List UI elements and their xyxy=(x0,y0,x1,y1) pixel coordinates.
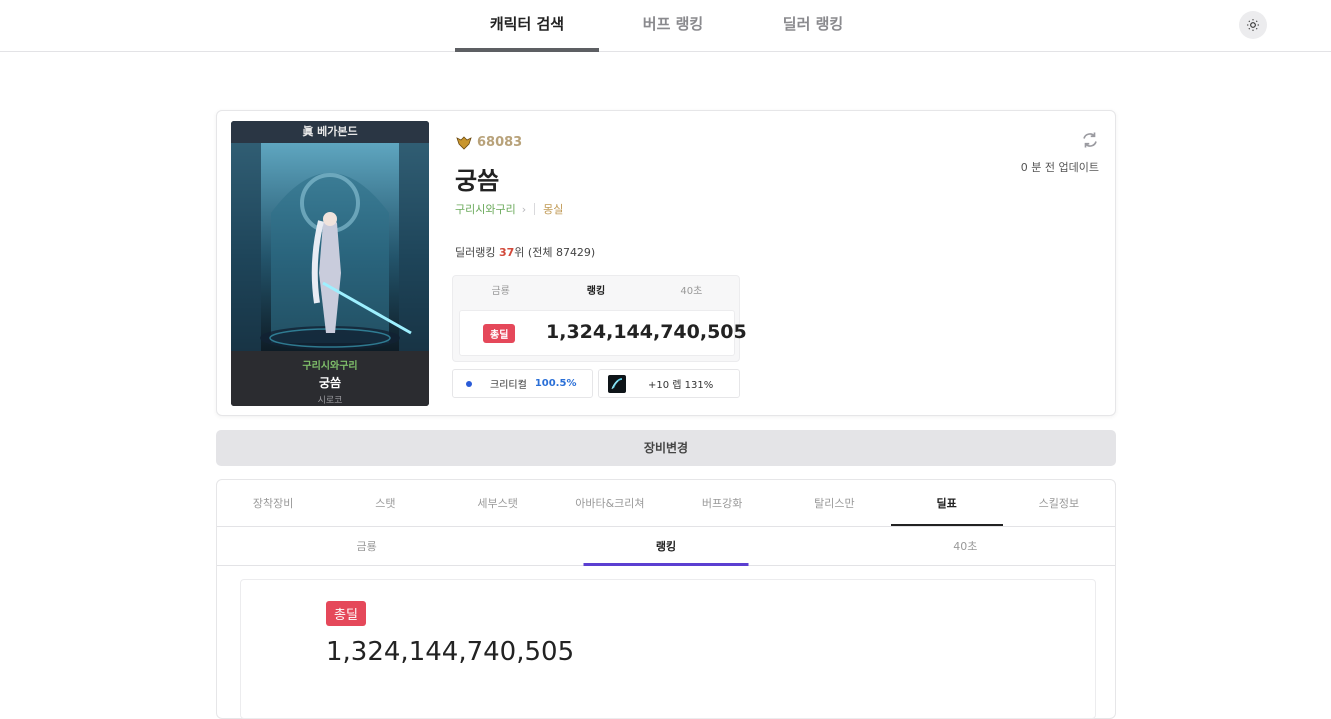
rank-prefix: 딜러랭킹 xyxy=(455,246,499,259)
rank-number: 37 xyxy=(498,246,515,259)
subtab-golden-dragon[interactable]: 금룡 xyxy=(217,528,516,565)
tab-damage-table[interactable]: 딜표 xyxy=(890,480,1003,526)
nav-tab-character-search[interactable]: 캐릭터 검색 xyxy=(455,0,599,52)
mini-tab-ranking[interactable]: 랭킹 xyxy=(548,276,643,306)
divider xyxy=(534,203,536,215)
portrait-name: 궁씀 xyxy=(318,376,342,390)
fame-emblem-icon xyxy=(456,135,472,150)
fame-value: 68083 xyxy=(477,135,523,150)
mini-tab-40sec[interactable]: 40초 xyxy=(644,276,739,306)
damage-mode-tabs: 금룡 랭킹 40초 xyxy=(217,528,1115,566)
subtab-40sec[interactable]: 40초 xyxy=(816,528,1115,565)
character-name: 궁씀 xyxy=(455,167,500,195)
detail-panel: 장착장비 스탯 세부스탯 아바타&크리쳐 버프강화 탈리스만 딜표 스킬정보 금… xyxy=(216,479,1116,719)
rank-suffix: 위 (전체 87429) xyxy=(514,246,596,259)
character-class-banner: 眞 베가본드 xyxy=(231,121,429,143)
critical-percent: 100.5% xyxy=(534,378,577,389)
top-nav: 캐릭터 검색 버프 랭킹 딜러 랭킹 xyxy=(0,0,1331,52)
tab-avatar-creature[interactable]: 아바타&크리쳐 xyxy=(554,480,666,526)
last-updated: 0 분 전 업데이트 xyxy=(1020,161,1099,174)
character-portrait-footer: 구리시와구리 궁씀 시로코 xyxy=(231,351,429,406)
tab-talisman[interactable]: 탈리스만 xyxy=(778,480,890,526)
character-portrait: 眞 베가본드 구리시와구리 궁씀 시로코 xyxy=(231,121,429,406)
fame: 68083 xyxy=(455,135,522,150)
nav-tab-buff-ranking[interactable]: 버프 랭킹 xyxy=(610,0,736,52)
weapon-label: +10 렙 131% xyxy=(648,380,714,391)
detail-tabs: 장착장비 스탯 세부스탯 아바타&크리쳐 버프강화 탈리스만 딜표 스킬정보 xyxy=(217,480,1115,527)
total-damage-value: 1,324,144,740,505 xyxy=(546,321,747,343)
total-damage-badge: 총딜 xyxy=(483,324,516,343)
weapon-icon xyxy=(608,374,626,393)
weapon-chip: +10 렙 131% xyxy=(598,369,740,398)
refresh-icon[interactable] xyxy=(1081,131,1099,149)
theme-toggle-button[interactable] xyxy=(1239,11,1267,39)
dealer-rank: 딜러랭킹 37위 (전체 87429) xyxy=(455,244,595,260)
damage-summary-panel: 금룡 랭킹 40초 총딜 1,324,144,740,505 xyxy=(452,275,747,362)
tab-skill-info[interactable]: 스킬정보 xyxy=(1003,480,1115,526)
equipment-change-button[interactable]: 장비변경 xyxy=(216,430,1116,466)
result-total-damage-badge: 총딜 xyxy=(326,601,366,626)
chevron-right-icon: › xyxy=(521,202,527,216)
tab-detailed-stats[interactable]: 세부스탯 xyxy=(442,480,554,526)
tab-stats[interactable]: 스탯 xyxy=(329,480,441,526)
nav-tab-dealer-ranking[interactable]: 딜러 랭킹 xyxy=(750,0,876,52)
subtab-ranking[interactable]: 랭킹 xyxy=(516,528,815,565)
critical-dot-icon xyxy=(466,380,472,387)
character-illustration xyxy=(231,143,429,351)
total-damage-box: 총딜 1,324,144,740,505 xyxy=(459,310,747,356)
result-total-damage-value: 1,324,144,740,505 xyxy=(326,637,575,667)
character-profile-card: 眞 베가본드 구리시와구리 궁씀 시로코 68083 궁씀 구리시와구리 › 몽… xyxy=(216,110,1116,416)
tab-equipment[interactable]: 장착장비 xyxy=(217,480,329,526)
sun-icon xyxy=(1247,19,1259,31)
damage-result-box: 총딜 1,324,144,740,505 xyxy=(240,579,1096,719)
portrait-job: 시로코 xyxy=(317,396,343,406)
mini-tab-golden-dragon[interactable]: 금룡 xyxy=(453,276,548,306)
critical-chip: 크리티컬 100.5% xyxy=(452,369,593,398)
critical-label: 크리티컬 xyxy=(490,380,527,391)
guild-link[interactable]: 구리시와구리 xyxy=(455,201,516,217)
server-name: 몽실 xyxy=(543,203,564,216)
character-meta: 구리시와구리 › 몽실 xyxy=(455,201,563,217)
tab-buff-enhance[interactable]: 버프강화 xyxy=(666,480,778,526)
damage-summary-tabs: 금룡 랭킹 40초 xyxy=(453,276,739,306)
portrait-guild: 구리시와구리 xyxy=(302,361,358,372)
